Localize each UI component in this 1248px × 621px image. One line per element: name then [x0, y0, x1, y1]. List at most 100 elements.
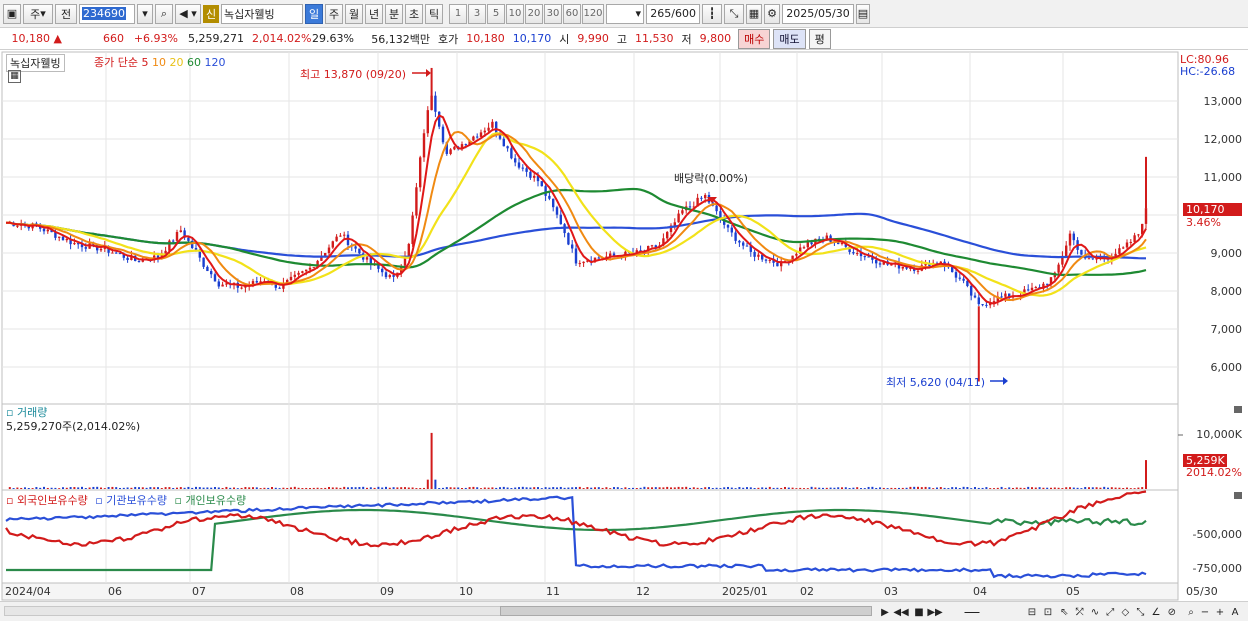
stock-name[interactable]: 녹십자웰빙 — [221, 3, 303, 24]
interval-3[interactable]: 3 — [468, 3, 486, 24]
candle-icon[interactable]: ┇ — [702, 3, 722, 24]
volume-bar — [164, 487, 167, 489]
volume-bar — [206, 487, 209, 489]
search-icon[interactable]: ⌕ — [1184, 605, 1198, 619]
interval-5[interactable]: 5 — [487, 3, 505, 24]
tab-tick[interactable]: 틱 — [425, 3, 443, 24]
interval-120[interactable]: 120 — [582, 3, 604, 24]
sell-button[interactable]: 매도 — [773, 28, 806, 49]
candle — [73, 243, 76, 245]
tab-week[interactable]: 주 — [325, 3, 343, 24]
candle — [540, 181, 543, 187]
tab-day[interactable]: 일 — [305, 3, 323, 24]
code-input[interactable]: 234690 — [79, 3, 135, 24]
candle — [867, 256, 870, 258]
volume-bar — [320, 488, 323, 489]
speaker-icon[interactable]: ◀ ▾ — [175, 3, 201, 24]
candle — [221, 284, 224, 287]
candle — [335, 236, 338, 242]
volume-bar — [1023, 487, 1026, 489]
volume-bar — [1080, 488, 1083, 489]
x-label: 02 — [800, 585, 814, 598]
interval-60[interactable]: 60 — [563, 3, 581, 24]
minus-icon[interactable]: − — [1198, 605, 1212, 619]
volume-bar — [1034, 487, 1037, 489]
volume-bar — [814, 487, 817, 489]
scroll-thumb[interactable] — [500, 606, 872, 616]
font-size-icon[interactable]: A — [1228, 605, 1242, 619]
volume-bar — [62, 487, 64, 489]
tab-minute[interactable]: 분 — [385, 3, 403, 24]
volume-bar — [1114, 487, 1117, 489]
buy-button[interactable]: 매수 — [738, 28, 771, 49]
zoom-out-icon[interactable]: ⊟ — [1025, 605, 1039, 619]
table-icon[interactable]: ▦ — [8, 70, 21, 83]
gear-icon[interactable]: ⚙ — [764, 3, 780, 24]
volume-bar — [430, 432, 433, 489]
candle — [1000, 296, 1003, 298]
volume-bar — [286, 487, 289, 489]
rewind-icon[interactable]: ◀◀ — [893, 605, 908, 619]
volume-bar — [468, 487, 471, 489]
candle — [901, 266, 904, 269]
date-input[interactable]: 2025/05/30 — [782, 3, 854, 24]
interval-30[interactable]: 30 — [544, 3, 562, 24]
price-tick: 9,000 — [1210, 247, 1243, 260]
volume-bar — [590, 487, 593, 489]
interval-input[interactable]: ▾ — [606, 3, 644, 24]
price-chart[interactable] — [0, 50, 1248, 601]
volume-bar — [932, 488, 935, 489]
candle — [415, 187, 418, 216]
tab-second[interactable]: 초 — [405, 3, 423, 24]
interval-20[interactable]: 20 — [525, 3, 543, 24]
volume-bar — [103, 488, 106, 489]
eval-button[interactable]: 평 — [808, 28, 831, 49]
volume-bar — [453, 487, 456, 489]
candle — [46, 229, 49, 232]
interval-10[interactable]: 10 — [506, 3, 524, 24]
volume-bar — [461, 487, 463, 489]
draw-icon[interactable]: ⤡ — [724, 3, 744, 24]
high-price: 11,530 — [635, 32, 674, 45]
volume-bar — [1053, 487, 1056, 489]
stop-icon[interactable]: ■ — [912, 605, 926, 619]
volume-pct: 2,014.02% — [252, 32, 312, 45]
candle — [962, 278, 965, 281]
volume-bar — [575, 487, 577, 489]
tab-year[interactable]: 년 — [365, 3, 383, 24]
layout-icon[interactable]: ▣ — [3, 3, 21, 24]
chevron-down-icon[interactable]: ▾ — [137, 3, 153, 24]
volume-bar — [1137, 487, 1140, 489]
volume-bar — [708, 487, 710, 489]
tab-month[interactable]: 월 — [345, 3, 363, 24]
fast-forward-icon[interactable]: ▶▶ — [927, 605, 942, 619]
volume-marker-pct: 2014.02% — [1186, 466, 1242, 479]
volume-bar — [829, 487, 832, 489]
mode-button[interactable]: 전 — [55, 3, 77, 24]
volume-bar — [704, 487, 707, 489]
volume-bar — [841, 487, 843, 489]
candle — [365, 257, 369, 260]
interval-1[interactable]: 1 — [449, 3, 467, 24]
plus-icon[interactable]: + — [1213, 605, 1227, 619]
calendar-icon[interactable]: ▤ — [856, 3, 870, 24]
candle — [217, 281, 220, 287]
volume-bar — [1145, 460, 1147, 489]
volume-bar — [780, 487, 783, 489]
play-icon[interactable]: ▶ — [878, 605, 892, 619]
save-icon[interactable]: ▦ — [746, 3, 762, 24]
count-input[interactable]: 265/600 — [646, 3, 700, 24]
volume-bar — [909, 486, 912, 489]
volume-bar — [84, 488, 87, 489]
volume-bar — [662, 487, 665, 489]
zoom-fit-icon[interactable]: ⊡ — [1041, 605, 1055, 619]
volume-bar — [776, 487, 779, 489]
candle — [491, 121, 494, 128]
zoom-slider-icon[interactable]: ⎯⎯⎯ — [952, 605, 992, 619]
candle — [650, 245, 654, 247]
search-icon[interactable]: ⌕ — [155, 3, 173, 24]
volume-bar — [141, 487, 144, 489]
market-select[interactable]: 주 ▾ — [23, 3, 53, 24]
volume-bar — [115, 487, 118, 489]
volume-bar — [476, 487, 479, 489]
